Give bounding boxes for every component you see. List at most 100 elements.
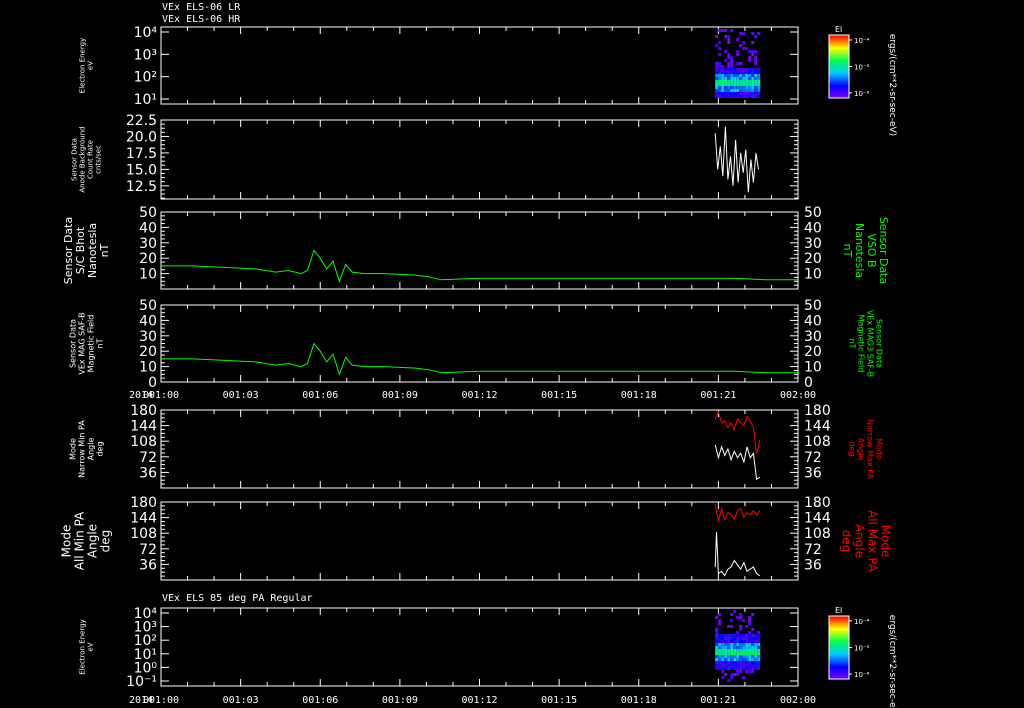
heat-cell: [724, 661, 728, 664]
ylabel-2: Sensor Data Anode Background Count Rate cnt…: [70, 126, 102, 192]
ylabel-5: Mode Narrow Min PA Angle deg: [68, 420, 104, 478]
heat-cell: [715, 661, 719, 664]
colorbar-strip: [829, 49, 849, 50]
colorbar-strip: [829, 50, 849, 51]
heat-cell: [718, 47, 722, 50]
y-tick-label: 180: [130, 403, 157, 419]
heat-cell: [742, 74, 746, 77]
heat-cell: [727, 667, 731, 670]
heat-cell: [757, 664, 761, 667]
y-tick-label-right: 10: [804, 360, 822, 376]
colorbar-strip: [829, 40, 849, 41]
colorbar-strip: [829, 47, 849, 48]
colorbar-strip: [829, 627, 849, 628]
y-tick-label-right: 108: [804, 434, 831, 450]
heat-cell: [748, 619, 752, 622]
heat-cell: [736, 649, 740, 652]
heat-cell: [718, 77, 722, 80]
heat-cell: [730, 637, 734, 640]
heat-cell: [751, 628, 755, 631]
y-tick-label-right: 20: [804, 344, 822, 360]
colorbar-strip: [829, 52, 849, 53]
heat-cell: [721, 655, 725, 658]
y-tick-label-right: 72: [804, 542, 822, 558]
heat-cell: [739, 80, 743, 83]
colorbar-tick-label: 10⁻⁶: [854, 90, 870, 98]
x-tick-label: 001:15: [541, 390, 577, 401]
heat-cell: [751, 86, 755, 89]
colorbar-strip: [829, 68, 849, 69]
heat-cell: [715, 77, 719, 80]
y-tick-label: 72: [139, 542, 157, 558]
heat-cell: [736, 673, 740, 676]
colorbar-strip: [829, 51, 849, 52]
x-tick-label: 001:21: [700, 695, 736, 706]
heat-cell: [727, 658, 731, 661]
colorbar-tick-label: 10⁻⁴: [854, 37, 870, 45]
heat-cell: [730, 62, 734, 65]
heat-cell: [748, 71, 752, 74]
ylabel-1-line: Electron Energy: [78, 38, 86, 93]
ylabel-7-line: Electron Energy: [78, 619, 86, 674]
heat-cell: [745, 655, 749, 658]
colorbar-strip: [829, 59, 849, 60]
heat-cell: [733, 643, 737, 646]
heat-cell: [715, 652, 719, 655]
heat-cell: [757, 80, 761, 83]
heat-cell: [715, 658, 719, 661]
colorbar-strip: [829, 72, 849, 73]
ylabel-right-5-line: Narrow Max PA: [866, 419, 875, 480]
heat-cell: [739, 637, 743, 640]
heat-cell: [751, 74, 755, 77]
heat-cell: [736, 631, 740, 634]
heat-cell: [718, 640, 722, 643]
heat-cell: [721, 86, 725, 89]
heat-cell: [757, 655, 761, 658]
heat-cell: [736, 652, 740, 655]
y-tick-label-right: 40: [804, 220, 822, 236]
heat-cell: [721, 77, 725, 80]
colorbar-strip: [829, 54, 849, 55]
heat-cell: [730, 71, 734, 74]
y-tick-label: 20.0: [126, 129, 157, 145]
heat-cell: [715, 44, 719, 47]
heat-cell: [724, 643, 728, 646]
heat-cell: [733, 89, 737, 92]
colorbar-title: El: [835, 25, 842, 34]
heat-cell: [733, 86, 737, 89]
heat-cell: [739, 634, 743, 637]
heat-cell: [736, 655, 740, 658]
colorbar-strip: [829, 76, 849, 77]
heat-cell: [715, 86, 719, 89]
heat-cell: [715, 637, 719, 640]
heat-cell: [733, 667, 737, 670]
heat-cell: [727, 35, 731, 38]
heat-cell: [742, 664, 746, 667]
heat-cell: [739, 74, 743, 77]
panel-frame-5: [160, 409, 799, 489]
heat-cell: [754, 664, 758, 667]
heat-cell: [745, 74, 749, 77]
heat-cell: [736, 77, 740, 80]
panel-frame-7: [160, 607, 799, 687]
heat-cell: [733, 92, 737, 95]
y-tick-label: 40: [139, 313, 157, 329]
heat-cell: [745, 649, 749, 652]
heat-cell: [748, 83, 752, 86]
heat-cell: [757, 658, 761, 661]
heat-cell: [724, 640, 728, 643]
heat-cell: [748, 92, 752, 95]
colorbar-strip: [829, 650, 849, 651]
heat-cell: [757, 634, 761, 637]
heat-cell: [721, 83, 725, 86]
heat-cell: [745, 640, 749, 643]
heat-cell: [757, 92, 761, 95]
colorbar-strip: [829, 677, 849, 678]
heat-cell: [733, 637, 737, 640]
heat-cell: [751, 83, 755, 86]
ylabel-5-line: Angle: [86, 438, 95, 461]
heat-cell: [724, 634, 728, 637]
heat-cell: [733, 634, 737, 637]
heat-cell: [745, 92, 749, 95]
colorbar-strip: [829, 624, 849, 625]
